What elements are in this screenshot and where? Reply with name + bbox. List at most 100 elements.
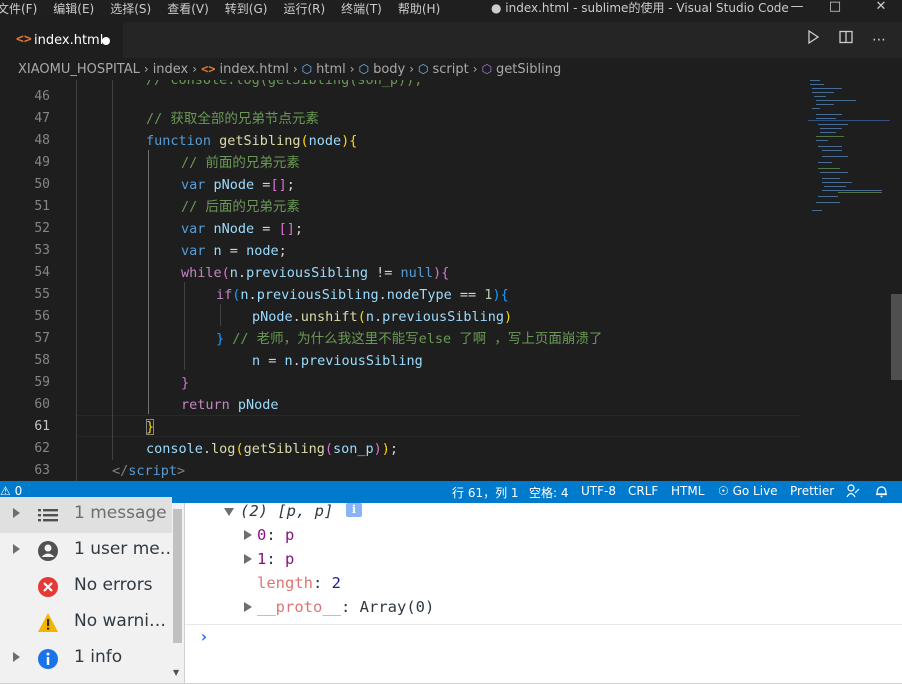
indent-guide <box>112 80 113 460</box>
eol-setting[interactable]: CRLF <box>628 484 658 498</box>
line-number: 56 <box>34 309 50 324</box>
run-icon[interactable] <box>803 29 823 50</box>
chevron-right-icon: › <box>349 62 355 76</box>
breadcrumb-folder[interactable]: XIAOMU_HOSPITAL <box>18 62 140 77</box>
symbol-method-icon: ⬡ <box>481 62 493 76</box>
line-number: 54 <box>34 265 50 280</box>
breadcrumb-body[interactable]: ⬡ body <box>359 62 406 77</box>
expand-arrow-icon[interactable] <box>13 508 20 518</box>
maximize-icon[interactable]: □ <box>815 0 855 16</box>
breadcrumb-script[interactable]: ⬡ script <box>418 62 469 77</box>
scroll-down-arrow-icon[interactable]: ▼ <box>173 668 179 677</box>
console-length-property: length: 2 <box>257 574 342 592</box>
language-mode[interactable]: HTML <box>671 484 704 498</box>
line-number: 55 <box>34 287 50 302</box>
indent-guide <box>76 80 77 481</box>
line-number: 49 <box>34 155 50 170</box>
html-file-icon: <> <box>16 32 32 47</box>
more-actions-icon[interactable]: ⋯ <box>869 30 889 50</box>
symbol-cube-icon: ⬡ <box>301 62 313 76</box>
sidebar-item-warnings[interactable]: No warni… <box>0 605 172 641</box>
notifications-bell-icon[interactable] <box>875 484 888 501</box>
info-badge-icon[interactable]: i <box>346 503 362 517</box>
current-line-highlight <box>76 415 800 437</box>
feedback-icon[interactable] <box>846 484 860 501</box>
scrollbar-thumb[interactable] <box>891 294 902 380</box>
menu-run[interactable]: 运行(R) <box>283 1 330 17</box>
code-line: } <box>181 375 190 391</box>
indent-guide <box>184 282 185 370</box>
console-array-summary[interactable]: (2) [p, p] <box>240 500 333 522</box>
cursor-position[interactable]: 行 61，列 1 <box>452 484 519 501</box>
code-line: pNode.unshift(n.previousSibling) <box>252 309 513 325</box>
unsaved-dot-icon[interactable] <box>102 37 110 45</box>
console-array-item[interactable]: 1: p <box>257 548 294 570</box>
go-live-button[interactable]: ☉ Go Live <box>718 484 778 498</box>
breadcrumb-subfolder[interactable]: index <box>153 62 189 77</box>
console-divider <box>185 624 902 625</box>
line-number: 52 <box>34 221 50 236</box>
expand-arrow-icon[interactable] <box>244 554 252 564</box>
devtools-console-panel: 1 message 1 user me… No errors No warni… <box>0 497 902 684</box>
menu-edit[interactable]: 编辑(E) <box>53 1 99 17</box>
sidebar-item-messages[interactable]: 1 message <box>0 497 172 533</box>
html-file-icon: <> <box>201 62 216 76</box>
error-icon <box>37 576 59 598</box>
expand-arrow-icon[interactable] <box>13 544 20 554</box>
code-line: return pNode <box>181 397 279 413</box>
chevron-right-icon: › <box>292 62 298 76</box>
menu-view[interactable]: 查看(V) <box>167 1 214 17</box>
indentation-setting[interactable]: 空格: 4 <box>529 484 569 501</box>
sidebar-item-info[interactable]: 1 info <box>0 641 172 677</box>
line-number: 51 <box>34 199 50 214</box>
expand-arrow-icon[interactable] <box>244 602 252 612</box>
breadcrumb-file[interactable]: <> index.html <box>201 62 289 77</box>
console-array-item[interactable]: 0: p <box>257 524 294 546</box>
breadcrumb-function[interactable]: ⬡ getSibling <box>482 62 562 77</box>
sidebar-label: No warni… <box>74 611 167 631</box>
split-editor-icon[interactable] <box>836 30 856 50</box>
console-output: (2) [p, p] i 0: p 1: p length: 2 __proto… <box>185 500 902 684</box>
breadcrumb-html[interactable]: ⬡ html <box>302 62 346 77</box>
vertical-scrollbar[interactable] <box>890 80 902 481</box>
expand-arrow-icon[interactable] <box>13 652 20 662</box>
code-line: if(n.previousSibling.nodeType == 1){ <box>216 287 509 303</box>
symbol-cube-icon: ⬡ <box>418 62 429 76</box>
broadcast-icon: ☉ <box>718 484 729 498</box>
collapse-arrow-icon[interactable] <box>224 508 234 516</box>
code-line: console.log(getSibling(son_p)); <box>146 441 399 457</box>
code-line: var pNode =[]; <box>181 177 295 193</box>
console-proto-property[interactable]: __proto__: Array(0) <box>257 596 434 618</box>
sidebar-scrollbar-thumb[interactable] <box>173 509 182 643</box>
menu-selection[interactable]: 选择(S) <box>110 1 156 17</box>
chevron-right-icon: › <box>472 62 478 76</box>
menu-terminal[interactable]: 终端(T) <box>341 1 387 17</box>
menu-go[interactable]: 转到(G) <box>225 1 273 17</box>
sidebar-item-errors[interactable]: No errors <box>0 569 172 605</box>
expand-arrow-icon[interactable] <box>244 530 252 540</box>
symbol-cube-icon: ⬡ <box>358 62 370 76</box>
minimap[interactable] <box>808 80 890 220</box>
tab-index-html[interactable]: <> index.html <box>0 22 123 59</box>
line-number: 48 <box>34 133 50 148</box>
encoding-setting[interactable]: UTF-8 <box>581 484 616 498</box>
code-line-active: } <box>146 419 155 435</box>
list-icon <box>37 504 59 526</box>
prettier-button[interactable]: Prettier <box>790 484 834 498</box>
menu-help[interactable]: 帮助(H) <box>398 1 445 17</box>
code-line: function getSibling(node){ <box>146 133 358 149</box>
code-line: var n = node; <box>181 243 287 259</box>
code-line-comment: // 后面的兄弟元素 <box>181 199 300 215</box>
minimize-icon[interactable]: — <box>777 0 817 16</box>
line-number-active: 61 <box>34 419 50 434</box>
chevron-right-icon: › <box>143 62 149 76</box>
menu-file[interactable]: 文件(F) <box>0 1 42 17</box>
code-line: var nNode = []; <box>181 221 303 237</box>
console-sidebar: 1 message 1 user me… No errors No warni… <box>0 497 185 684</box>
close-icon[interactable]: ✕ <box>861 0 901 16</box>
problems-indicator[interactable]: ⚠ 0 <box>0 484 22 498</box>
console-prompt-icon[interactable]: › <box>199 627 209 646</box>
sidebar-item-user-messages[interactable]: 1 user me… <box>0 533 177 569</box>
line-number: 50 <box>34 177 50 192</box>
code-editor[interactable]: 46 47 48 49 50 51 52 53 54 55 56 57 58 5… <box>0 80 902 481</box>
